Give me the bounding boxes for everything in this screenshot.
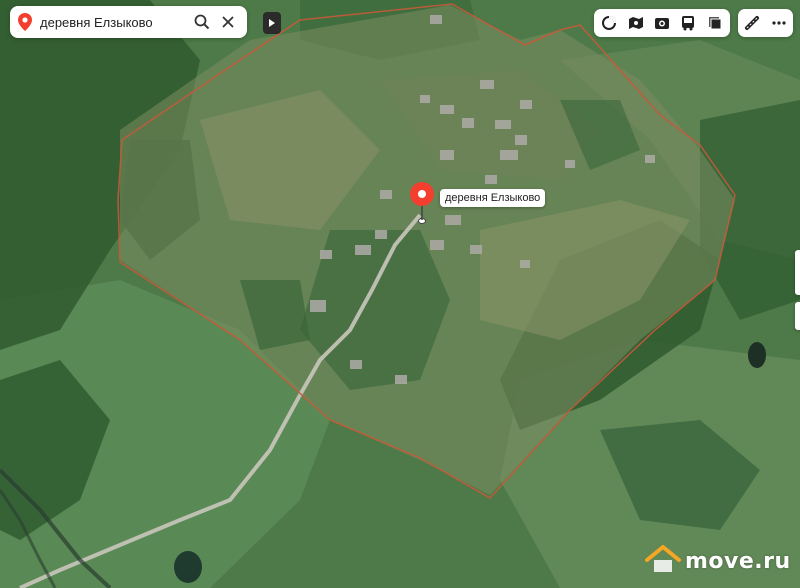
traffic-icon[interactable]	[598, 12, 620, 34]
search-bar[interactable]: деревня Елзыково	[10, 6, 247, 38]
collapse-panel-button[interactable]	[263, 12, 281, 34]
layers-icon[interactable]	[704, 12, 726, 34]
ruler-icon[interactable]	[741, 12, 763, 34]
more-icon[interactable]	[768, 12, 790, 34]
map-view[interactable]: деревня Елзыково деревня Елзыково move.r…	[0, 0, 800, 588]
place-marker[interactable]	[405, 180, 439, 224]
map-tools-toolbar	[738, 9, 793, 37]
marker-label[interactable]: деревня Елзыково	[440, 189, 546, 207]
map-layers-toolbar	[594, 9, 730, 37]
location-pin-icon	[16, 12, 34, 32]
map-pin-icon	[405, 182, 439, 228]
chevron-right-icon	[269, 14, 275, 32]
panorama-icon[interactable]	[625, 12, 647, 34]
satellite-map[interactable]	[0, 0, 800, 588]
side-panel-handle-1[interactable]	[795, 250, 800, 295]
watermark-text: move.ru	[685, 548, 791, 574]
watermark: move.ru	[645, 541, 791, 581]
close-icon[interactable]	[215, 9, 241, 35]
search-input[interactable]: деревня Елзыково	[40, 15, 189, 30]
photo-icon[interactable]	[651, 12, 673, 34]
side-panel-handle-2[interactable]	[795, 302, 800, 330]
search-icon[interactable]	[189, 9, 215, 35]
transport-icon[interactable]	[677, 12, 699, 34]
house-logo-icon	[645, 544, 681, 579]
